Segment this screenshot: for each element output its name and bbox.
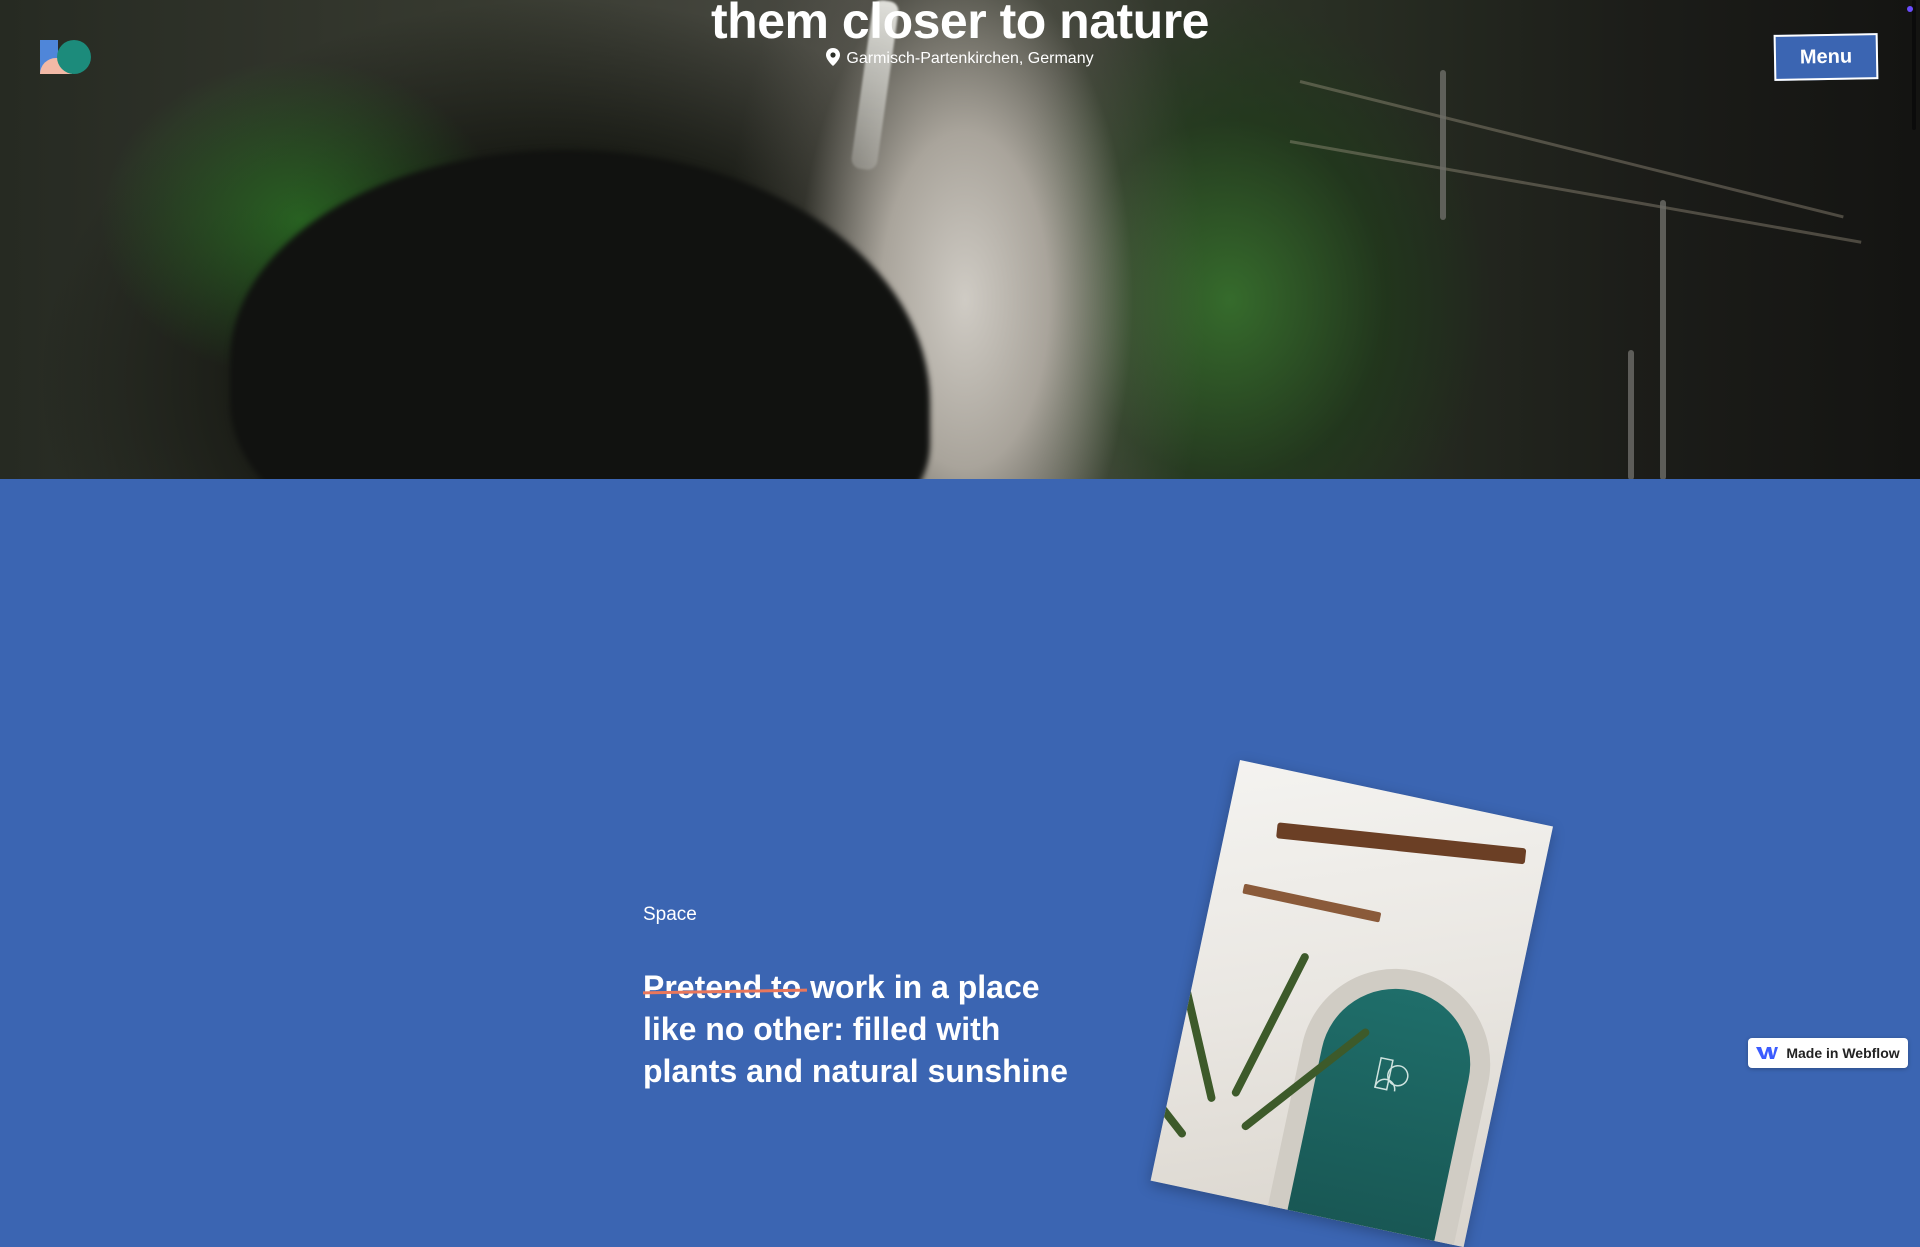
plant-leaf (1150, 1008, 1188, 1140)
foreground-rock (230, 150, 930, 479)
location-pin-icon (826, 48, 841, 66)
badge-label: Made in Webflow (1786, 1045, 1900, 1061)
railing-post (1628, 350, 1634, 479)
indicator-dot (1907, 6, 1913, 12)
section-headline: Pretend to work in a place like no other… (643, 966, 1083, 1092)
railing (1299, 80, 1844, 219)
railing-post (1660, 200, 1666, 479)
location-line: Garmisch-Partenkirchen, Germany (0, 48, 1920, 68)
door-logo-icon (1374, 1056, 1409, 1092)
photo-shelf (1242, 883, 1382, 923)
scrollbar[interactable] (1912, 0, 1916, 130)
made-in-webflow-badge[interactable]: Made in Webflow (1748, 1038, 1908, 1068)
section-eyebrow: Space (643, 904, 697, 925)
railing (1289, 140, 1862, 244)
webflow-logo-icon (1756, 1047, 1779, 1059)
hero-image (0, 0, 1920, 479)
photo-shelf (1276, 822, 1527, 865)
location-text: Garmisch-Partenkirchen, Germany (846, 50, 1094, 67)
menu-button[interactable]: Menu (1773, 33, 1879, 81)
plant-leaf (1172, 944, 1217, 1103)
hero-title: them closer to nature (711, 0, 1209, 49)
office-photo (1150, 760, 1554, 1247)
struck-text: Pretend to (643, 969, 802, 1005)
railing-post (1440, 70, 1446, 220)
